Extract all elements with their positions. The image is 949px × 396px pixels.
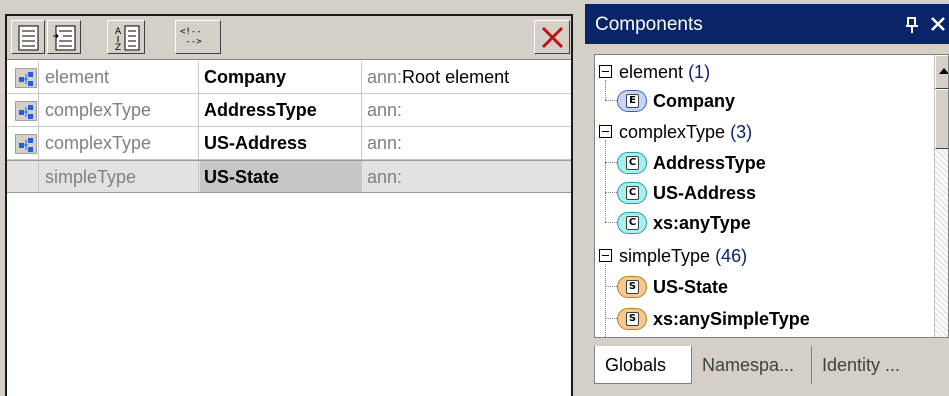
tab-namespaces[interactable]: Namespa...: [692, 346, 812, 384]
components-tabs: Globals Namespa... Identity ...: [594, 346, 949, 386]
append-icon: [18, 25, 39, 51]
tab-identity-constraints[interactable]: Identity ...: [812, 346, 949, 384]
components-tree: element (1) E Company complexType (3) C …: [594, 54, 949, 338]
complextype-badge-icon: C: [617, 152, 647, 174]
complextype-badge-icon: C: [617, 182, 647, 204]
component-kind: element: [39, 61, 199, 93]
component-annotation[interactable]: ann:: [363, 161, 571, 192]
insert-icon: [53, 25, 76, 51]
scroll-up-arrow-icon[interactable]: [935, 55, 948, 89]
collapse-icon[interactable]: [599, 249, 612, 262]
panel-title: Components: [595, 14, 703, 35]
complextype-icon[interactable]: [15, 134, 37, 154]
schema-row-simpletype-selected[interactable]: simpleType US-State ann:: [7, 160, 571, 193]
tree-category-simpletype[interactable]: simpleType (46): [595, 241, 925, 271]
component-name[interactable]: AddressType: [200, 94, 362, 126]
component-annotation[interactable]: ann:: [363, 94, 571, 126]
svg-text:Z: Z: [115, 43, 121, 53]
collapse-icon[interactable]: [599, 125, 612, 138]
element-badge-icon: E: [617, 90, 647, 112]
schema-row-complextype[interactable]: complexType US-Address ann:: [7, 127, 571, 160]
element-type-icon[interactable]: [15, 68, 37, 88]
scroll-thumb[interactable]: [935, 89, 948, 149]
schema-row-element[interactable]: element Company ann:Root element: [7, 61, 571, 94]
tree-item[interactable]: C US-Address: [595, 178, 925, 208]
append-button[interactable]: [11, 20, 45, 54]
components-panel: Components element (1) E Company complex…: [585, 0, 949, 396]
tree-item[interactable]: C AddressType: [595, 148, 925, 178]
pin-icon[interactable]: [905, 13, 919, 35]
tab-globals[interactable]: Globals: [594, 346, 692, 384]
tree-category-element[interactable]: element (1): [595, 57, 925, 87]
delete-icon: [541, 26, 564, 49]
component-kind: simpleType: [39, 161, 199, 192]
sort-icon: A Z: [115, 25, 140, 53]
sort-button[interactable]: A Z: [107, 20, 145, 54]
tree-item[interactable]: E Company: [595, 86, 925, 116]
component-annotation[interactable]: ann:Root element: [363, 61, 571, 93]
component-name[interactable]: US-Address: [200, 127, 362, 159]
tree-scrollbar[interactable]: [934, 55, 948, 337]
complextype-icon[interactable]: [15, 101, 37, 121]
component-name[interactable]: US-State: [200, 161, 362, 192]
simpletype-badge-icon: S: [617, 308, 647, 330]
delete-button[interactable]: [534, 20, 570, 54]
components-title-bar[interactable]: Components: [585, 4, 949, 44]
schema-overview-frame: A Z <!-- --> element Company ann:Root el…: [5, 14, 573, 396]
insert-button[interactable]: [47, 20, 81, 54]
component-annotation[interactable]: ann:: [363, 127, 571, 159]
collapse-icon[interactable]: [599, 65, 612, 78]
comment-button[interactable]: <!-- -->: [175, 20, 221, 54]
complextype-badge-icon: C: [617, 212, 647, 234]
tree-item[interactable]: S US-State: [595, 272, 925, 302]
component-kind: complexType: [39, 94, 199, 126]
tree-item[interactable]: S xs:anySimpleType: [595, 304, 925, 334]
close-icon[interactable]: [929, 13, 949, 35]
component-name[interactable]: Company: [200, 61, 362, 93]
simpletype-badge-icon: S: [617, 276, 647, 298]
comment-icon: <!-- -->: [180, 27, 202, 47]
svg-text:A: A: [115, 27, 122, 37]
component-kind: complexType: [39, 127, 199, 159]
schema-overview-panel: A Z <!-- --> element Company ann:Root el…: [0, 0, 578, 396]
schema-row-complextype[interactable]: complexType AddressType ann:: [7, 94, 571, 127]
tree-category-complextype[interactable]: complexType (3): [595, 117, 925, 147]
schema-toolbar: A Z <!-- -->: [7, 16, 571, 60]
tree-item[interactable]: C xs:anyType: [595, 208, 925, 238]
